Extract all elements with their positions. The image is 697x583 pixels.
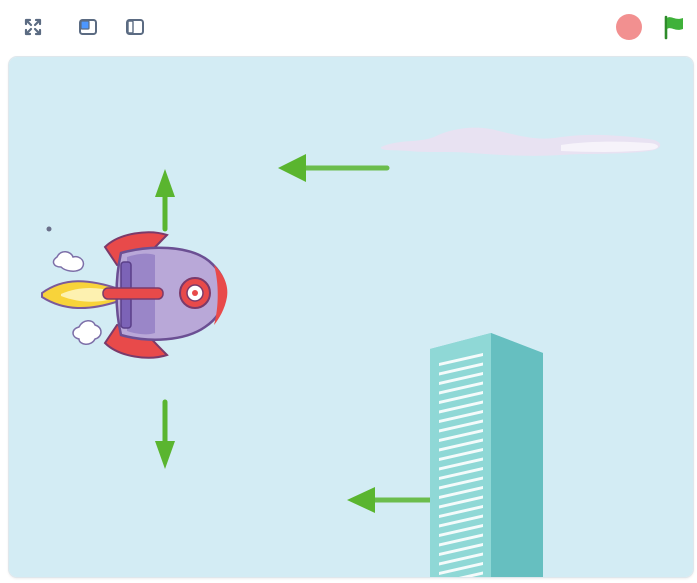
- green-flag-button[interactable]: [659, 12, 689, 42]
- green-flag-icon: [664, 15, 683, 40]
- fullscreen-icon: [24, 18, 42, 36]
- stage-svg: [9, 57, 693, 577]
- stage-player: [0, 0, 697, 583]
- stop-icon: [616, 14, 642, 40]
- stage-canvas[interactable]: [9, 57, 693, 577]
- dot: [46, 226, 52, 232]
- normal-stage-icon: [126, 19, 144, 35]
- stop-button[interactable]: [614, 12, 644, 42]
- small-stage-icon: [79, 19, 97, 35]
- fullscreen-button[interactable]: [18, 12, 48, 42]
- small-stage-button[interactable]: [73, 12, 103, 42]
- building-icon[interactable]: [430, 333, 543, 577]
- normal-stage-button[interactable]: [120, 12, 150, 42]
- stage-toolbar: [0, 0, 697, 52]
